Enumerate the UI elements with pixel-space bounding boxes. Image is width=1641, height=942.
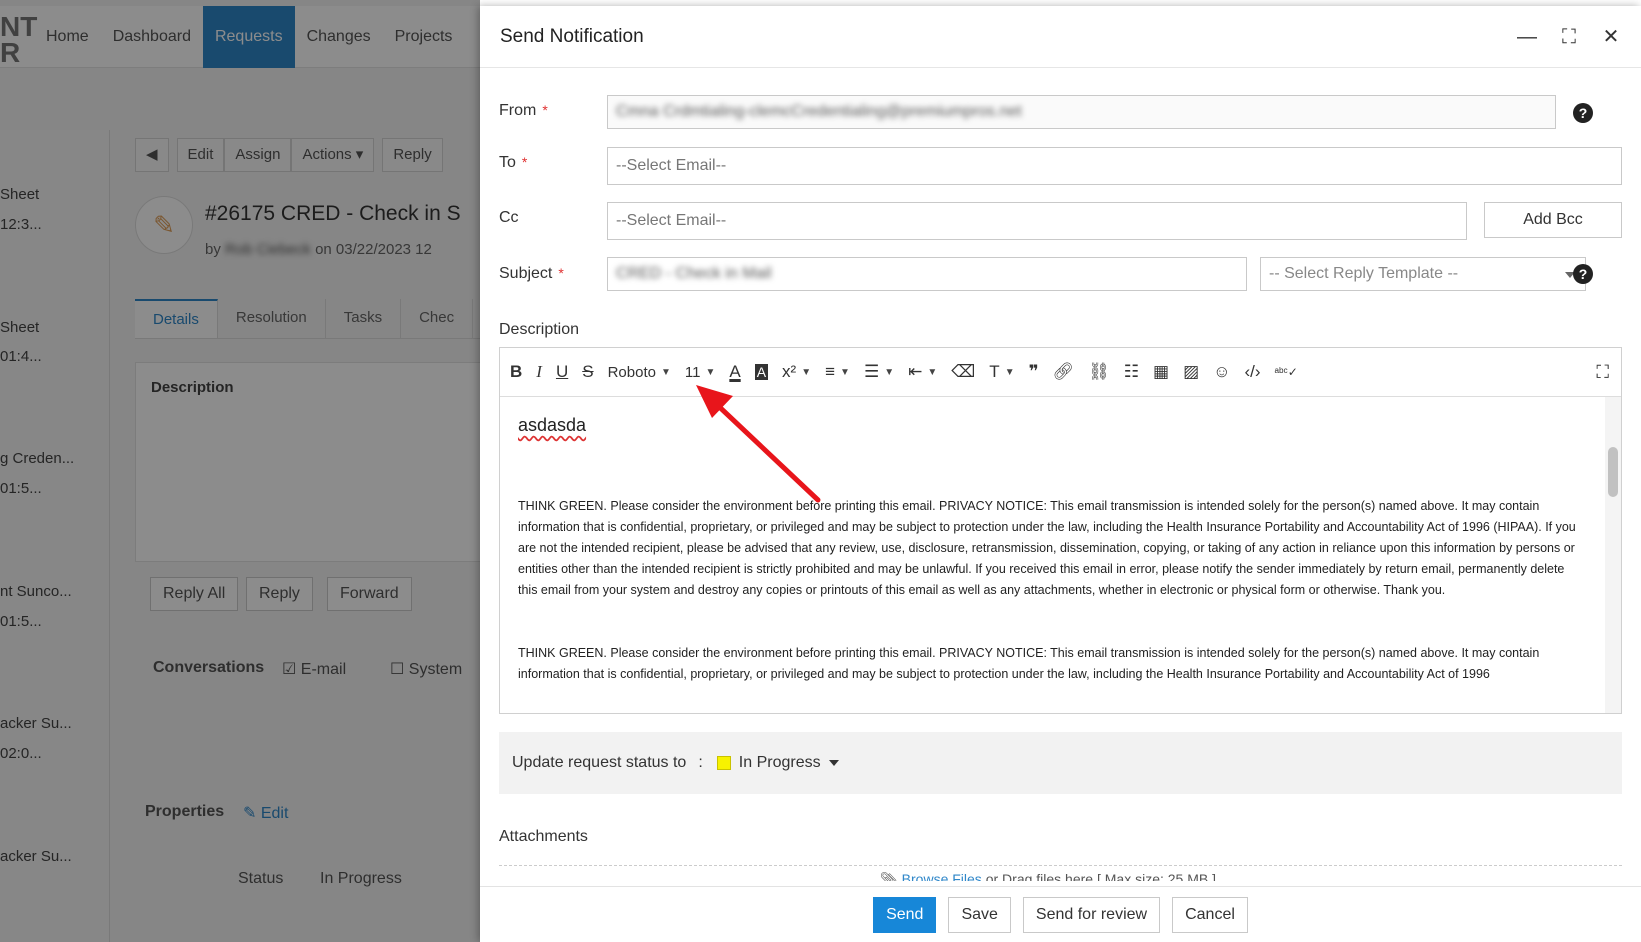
eraser-icon[interactable]: ⌫ xyxy=(951,362,975,382)
from-value: Cmna Crdmtialing-clemcCredentialing@prem… xyxy=(616,103,1022,120)
chevron-down-icon: ▼ xyxy=(1004,366,1015,378)
code-icon[interactable]: ‹/› xyxy=(1245,362,1261,382)
align-icon[interactable]: ≡ ▼ xyxy=(825,362,850,382)
text-format-icon[interactable]: T ▼ xyxy=(989,362,1014,382)
send-for-review-button[interactable]: Send for review xyxy=(1022,896,1161,933)
quote-icon[interactable]: ❞ xyxy=(1029,362,1039,382)
reply-template-select[interactable]: -- Select Reply Template -- xyxy=(1260,257,1586,291)
status-prompt: Update request status to xyxy=(512,754,687,771)
editor-paragraph: THINK GREEN. Please consider the environ… xyxy=(518,646,1540,681)
attachments-divider xyxy=(499,865,1622,866)
subject-label-text: Subject xyxy=(499,265,553,282)
font-family-select[interactable]: Roboto ▼ xyxy=(608,364,671,381)
subject-label: Subject * xyxy=(499,265,564,283)
chevron-down-icon: ▼ xyxy=(927,366,938,378)
chevron-down-icon xyxy=(828,760,839,766)
attachments-label: Attachments xyxy=(499,828,588,845)
required-mark: * xyxy=(521,154,528,170)
cc-label: Cc xyxy=(499,209,519,226)
cc-select[interactable]: --Select Email-- xyxy=(607,202,1467,240)
editor-paragraph: THINK GREEN. Please consider the environ… xyxy=(518,499,1576,597)
font-family-value: Roboto xyxy=(607,363,656,381)
from-label-text: From xyxy=(499,102,537,119)
modal-overlay[interactable] xyxy=(0,0,480,942)
subject-input[interactable]: CRED - Check in Mail xyxy=(607,257,1247,291)
superscript-icon[interactable]: x² ▼ xyxy=(782,362,811,382)
chevron-down-icon: ▼ xyxy=(801,366,812,378)
line-spacing-icon[interactable]: ☷ xyxy=(1124,362,1139,382)
chevron-down-icon: ▼ xyxy=(705,366,716,378)
send-notification-dialog: Send Notification — ⛶ ✕ From * Cmna Crdmt… xyxy=(480,6,1641,942)
template-help-icon[interactable]: ? xyxy=(1573,264,1593,284)
subject-value: CRED - Check in Mail xyxy=(616,265,772,282)
status-update-bar: Update request status to : In Progress xyxy=(499,732,1622,794)
font-size-value: 11 xyxy=(684,363,701,381)
close-icon[interactable]: ✕ xyxy=(1601,27,1621,47)
to-label-text: To xyxy=(499,154,516,171)
list-icon[interactable]: ☰ ▼ xyxy=(864,362,894,382)
required-mark: * xyxy=(542,102,548,118)
indent-icon[interactable]: ⇤ ▼ xyxy=(908,362,937,382)
scrollbar-thumb[interactable] xyxy=(1608,447,1618,497)
from-help-icon[interactable]: ? xyxy=(1573,103,1593,123)
status-value: In Progress xyxy=(738,754,821,771)
editor-first-line: asdasda xyxy=(518,415,587,435)
to-label: To * xyxy=(499,154,527,172)
emoji-icon[interactable]: ☺ xyxy=(1213,362,1230,382)
fullscreen-icon[interactable]: ⛶ xyxy=(1596,362,1609,383)
editor-content[interactable]: asdasda THINK GREEN. Please consider the… xyxy=(500,397,1605,713)
browse-files-link[interactable]: Browse Files xyxy=(902,871,982,881)
link-icon[interactable]: 🔗︎ xyxy=(1053,362,1075,382)
strikethrough-icon[interactable]: S xyxy=(582,362,593,382)
cancel-button[interactable]: Cancel xyxy=(1172,896,1248,933)
save-button[interactable]: Save xyxy=(948,896,1011,933)
chevron-down-icon: ▼ xyxy=(660,366,671,378)
to-select[interactable]: --Select Email-- xyxy=(607,147,1622,185)
spellcheck-icon[interactable]: ᵃᵇᶜ✓ xyxy=(1275,365,1298,379)
underline-icon[interactable]: U xyxy=(556,362,568,382)
editor-scrollbar[interactable] xyxy=(1605,397,1621,713)
image-icon[interactable]: ▨ xyxy=(1183,362,1199,382)
chevron-down-icon: ▼ xyxy=(884,366,895,378)
minimize-icon[interactable]: — xyxy=(1517,27,1537,47)
from-field[interactable]: Cmna Crdmtialing-clemcCredentialing@prem… xyxy=(607,95,1556,129)
background-app: NT R Home Dashboard Requests Changes Proj… xyxy=(0,0,480,942)
font-color-icon[interactable]: A xyxy=(729,362,740,382)
chevron-down-icon: ▼ xyxy=(840,366,850,378)
rich-text-editor: B I U S Roboto ▼ 11 ▼ A A x² ▼ ≡ ▼ ☰ ▼ ⇤ ▼ ⌫ T… xyxy=(499,347,1622,714)
dialog-title: Send Notification xyxy=(500,25,644,47)
status-colon: : xyxy=(698,754,703,771)
editor-toolbar: B I U S Roboto ▼ 11 ▼ A A x² ▼ ≡ ▼ ☰ ▼ ⇤ ▼ ⌫ T… xyxy=(500,348,1621,397)
drag-files-text: or Drag files here [ Max size: 25 MB ] xyxy=(985,871,1217,881)
dialog-header: Send Notification — ⛶ ✕ xyxy=(480,6,1641,68)
italic-icon[interactable]: I xyxy=(536,362,542,382)
description-label: Description xyxy=(499,321,580,338)
maximize-icon[interactable]: ⛶ xyxy=(1559,27,1579,47)
status-dropdown[interactable]: In Progress xyxy=(739,754,839,772)
unlink-icon[interactable]: ⛓ xyxy=(1088,362,1110,382)
reply-template-placeholder: -- Select Reply Template -- xyxy=(1269,265,1459,282)
status-color-swatch xyxy=(716,756,731,770)
add-bcc-button[interactable]: Add Bcc xyxy=(1484,202,1622,238)
dialog-footer: Send Save Send for review Cancel xyxy=(480,886,1641,942)
send-button[interactable]: Send xyxy=(873,896,937,933)
font-size-select[interactable]: 11 ▼ xyxy=(685,364,715,381)
table-icon[interactable]: ▦ xyxy=(1153,362,1169,382)
bold-icon[interactable]: B xyxy=(510,362,522,382)
from-label: From * xyxy=(499,102,548,120)
attachments-dropzone[interactable]: 📎︎ Browse Files or Drag files here [ Max… xyxy=(880,871,1216,881)
highlight-icon[interactable]: A xyxy=(754,364,769,380)
required-mark: * xyxy=(558,265,564,281)
